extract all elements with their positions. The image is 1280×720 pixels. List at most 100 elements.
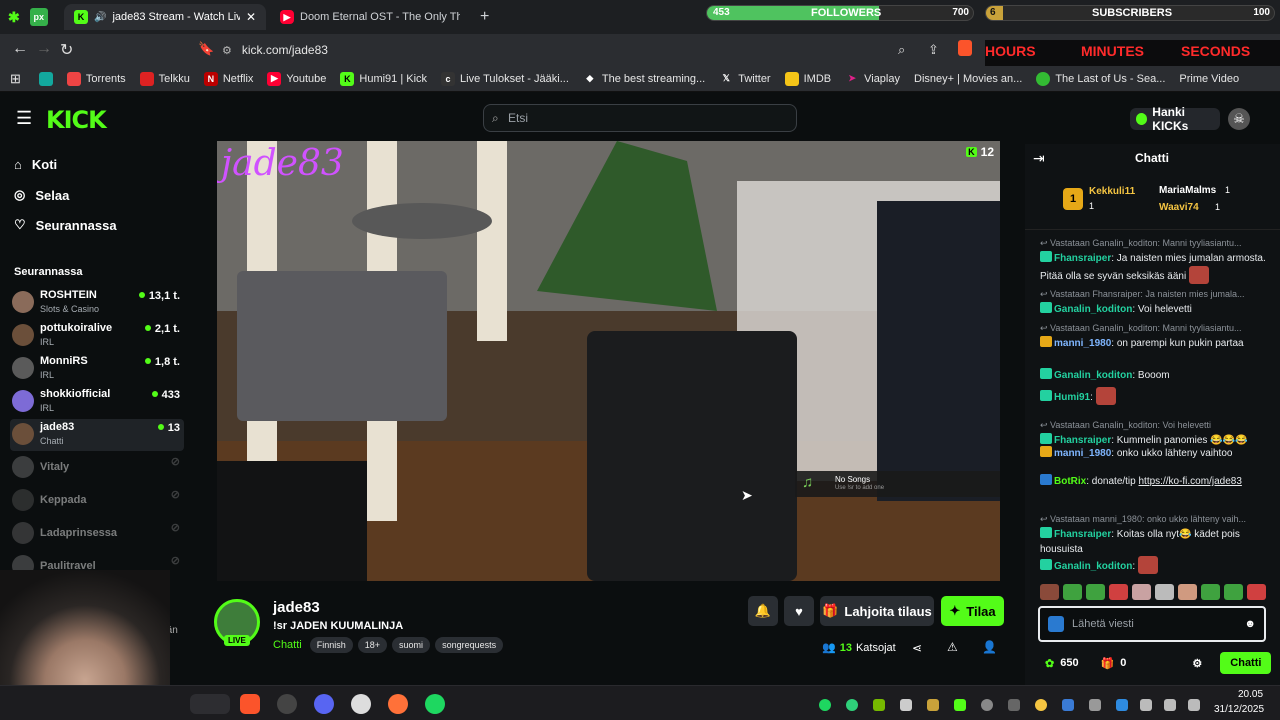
report-icon[interactable]: ⚠ bbox=[947, 640, 958, 654]
bookmark-streaming[interactable]: ◆ The best streaming... bbox=[583, 72, 705, 86]
quick-emote-icon[interactable] bbox=[1040, 584, 1059, 600]
bookmark-page-icon[interactable]: 🔖 bbox=[198, 41, 214, 57]
nvidia-tray-icon[interactable] bbox=[873, 699, 885, 711]
chat-input[interactable]: Lähetä viesti ☻ bbox=[1038, 606, 1266, 642]
tag[interactable]: suomi bbox=[392, 637, 431, 653]
collapse-chat-icon[interactable]: ⇥ bbox=[1033, 150, 1045, 167]
bluetooth-icon[interactable] bbox=[1062, 699, 1074, 711]
bookmark-disney[interactable]: Disney+ | Movies an... bbox=[914, 73, 1022, 85]
bookmark-last-of-us[interactable]: The Last of Us - Sea... bbox=[1036, 71, 1165, 86]
site-info-icon[interactable]: ⚙ bbox=[222, 44, 232, 57]
settings-gear-icon[interactable]: ⚙ bbox=[1192, 657, 1202, 670]
bookmark-humi91[interactable]: K Humi91 | Kick bbox=[340, 71, 427, 86]
notification-bell-button[interactable]: 🔔 bbox=[748, 596, 778, 626]
discord-app-icon[interactable] bbox=[314, 694, 334, 714]
sidebar-channel-ladaprinsessa[interactable]: Ladaprinsessa ⊘ bbox=[10, 518, 184, 550]
start-menu-icon[interactable] bbox=[190, 694, 230, 714]
send-chat-button[interactable]: Chatti bbox=[1220, 652, 1272, 674]
clock-time[interactable]: 20.05 bbox=[1238, 689, 1263, 700]
sidebar-channel-roshtein[interactable]: ROSHTEIN Slots & Casino 13,1 t. bbox=[10, 287, 184, 319]
bookmark-imdb[interactable]: IMDB bbox=[784, 71, 831, 86]
tab-kick-jade83[interactable]: K 🔊 jade83 Stream - Watch Live o ✕ bbox=[64, 4, 266, 30]
chat-username[interactable]: Fhansraiper bbox=[1054, 529, 1111, 540]
tray-app-icon[interactable] bbox=[927, 699, 939, 711]
more-users-icon[interactable]: 👤 bbox=[982, 640, 997, 654]
chat-username[interactable]: Ganalin_koditon bbox=[1054, 561, 1132, 572]
quick-emote-icon[interactable] bbox=[1109, 584, 1128, 600]
sidebar-channel-shokkiofficial[interactable]: shokkiofficial IRL 433 bbox=[10, 386, 184, 418]
play-tray-icon[interactable] bbox=[954, 699, 966, 711]
quick-emote-icon[interactable] bbox=[1201, 584, 1220, 600]
chat-username[interactable]: Ganalin_koditon bbox=[1054, 370, 1132, 381]
nav-following[interactable]: ♡ Seurannassa bbox=[14, 217, 117, 233]
back-icon[interactable]: ← bbox=[12, 40, 28, 58]
sidebar-channel-keppada[interactable]: Keppada ⊘ bbox=[10, 485, 184, 517]
new-tab-icon[interactable]: + bbox=[480, 8, 489, 26]
chat-username[interactable]: Ganalin_koditon bbox=[1054, 304, 1132, 315]
volume-icon[interactable] bbox=[1164, 699, 1176, 711]
subscribe-button[interactable]: ✦ Tilaa bbox=[941, 596, 1004, 626]
hamburger-menu-icon[interactable]: ☰ bbox=[16, 108, 32, 129]
kick-logo[interactable]: KICK bbox=[46, 106, 107, 134]
xbox-app-icon[interactable] bbox=[351, 694, 371, 714]
cloud-tray-icon[interactable] bbox=[900, 699, 912, 711]
bookmark-netflix[interactable]: N Netflix bbox=[203, 71, 253, 86]
battery-icon[interactable] bbox=[1089, 699, 1101, 711]
nav-home[interactable]: ⌂ Koti bbox=[14, 157, 57, 172]
tray-app-icon[interactable] bbox=[1035, 699, 1047, 711]
tab-youtube-doom[interactable]: ▶ Doom Eternal OST - The Only Thing bbox=[270, 4, 470, 30]
tray-app-icon[interactable] bbox=[1008, 699, 1020, 711]
sidebar-channel-monnirs[interactable]: MonniRS IRL 1,8 t. bbox=[10, 353, 184, 385]
obs-app-icon[interactable] bbox=[277, 694, 297, 714]
quick-emote-icon[interactable] bbox=[1132, 584, 1151, 600]
share-icon[interactable]: ⇪ bbox=[928, 42, 939, 58]
tag[interactable]: Finnish bbox=[309, 637, 353, 653]
zoom-icon[interactable]: ⌕ bbox=[898, 42, 905, 58]
forward-icon[interactable]: → bbox=[36, 40, 52, 58]
search-input[interactable]: ⌕ Etsi bbox=[483, 104, 797, 132]
channel-name[interactable]: jade83 bbox=[273, 599, 320, 616]
tray-app-icon[interactable] bbox=[981, 699, 993, 711]
bookmark-twitter[interactable]: 𝕏 Twitter bbox=[719, 72, 771, 86]
brave-app-icon[interactable] bbox=[240, 694, 260, 714]
speaker-icon[interactable]: 🔊 bbox=[94, 12, 106, 23]
microphone-icon[interactable] bbox=[1140, 699, 1152, 711]
quick-emote-icon[interactable] bbox=[1086, 584, 1105, 600]
gift-sub-button[interactable]: 🎁 Lahjoita tilaus bbox=[820, 596, 934, 626]
network-icon[interactable] bbox=[1188, 699, 1200, 711]
chat-username[interactable]: Fhansraiper bbox=[1054, 435, 1111, 446]
emoji-icon[interactable]: ☻ bbox=[1244, 618, 1256, 630]
bookmark-live-tulokset[interactable]: c Live Tulokset - Jääki... bbox=[441, 71, 569, 86]
quick-emote-icon[interactable] bbox=[1063, 584, 1082, 600]
video-player[interactable]: jade83 K 12 ♫ No Songs Use !sr to add on… bbox=[217, 141, 1000, 581]
chat-username[interactable]: Fhansraiper bbox=[1054, 253, 1111, 264]
spotify-app-icon[interactable] bbox=[425, 694, 445, 714]
bookmark-telkku[interactable]: Telkku bbox=[139, 71, 190, 86]
bookmark-torrents[interactable]: Torrents bbox=[66, 71, 126, 86]
spotify-tray-icon[interactable] bbox=[819, 699, 831, 711]
sidebar-channel-jade83[interactable]: jade83 Chatti 13 bbox=[10, 419, 184, 451]
tray-app-icon[interactable] bbox=[846, 699, 858, 711]
share-icon[interactable]: ⋖ bbox=[912, 641, 922, 655]
nav-browse[interactable]: ◎ Selaa bbox=[14, 187, 69, 203]
sidebar-channel-vitaly[interactable]: Vitaly ⊘ bbox=[10, 452, 184, 484]
browser-menu-icon[interactable]: ✱ bbox=[8, 9, 20, 26]
bookmark-youtube[interactable]: ▶ Youtube bbox=[267, 71, 326, 86]
chat-username[interactable]: manni_1980 bbox=[1054, 338, 1111, 349]
chat-username[interactable]: Humi91 bbox=[1054, 392, 1090, 403]
tag[interactable]: songrequests bbox=[435, 637, 504, 653]
follow-heart-button[interactable]: ♥ bbox=[784, 596, 814, 626]
bookmark-k[interactable] bbox=[38, 71, 53, 86]
brave-shield-icon[interactable] bbox=[958, 40, 972, 56]
close-tab-icon[interactable]: ✕ bbox=[246, 10, 256, 24]
url-field[interactable]: ⚙ kick.com/jade83 bbox=[222, 38, 952, 62]
quick-emote-icon[interactable] bbox=[1178, 584, 1197, 600]
tag[interactable]: 18+ bbox=[357, 637, 388, 653]
clock-date[interactable]: 31/12/2025 bbox=[1214, 704, 1264, 715]
px-extension-icon[interactable]: px bbox=[29, 8, 48, 26]
quick-emote-icon[interactable] bbox=[1155, 584, 1174, 600]
kick-emote-icon[interactable] bbox=[1048, 616, 1064, 632]
quick-emote-icon[interactable] bbox=[1247, 584, 1266, 600]
defender-icon[interactable] bbox=[1116, 699, 1128, 711]
get-kicks-button[interactable]: Hanki KICKs bbox=[1130, 105, 1220, 133]
